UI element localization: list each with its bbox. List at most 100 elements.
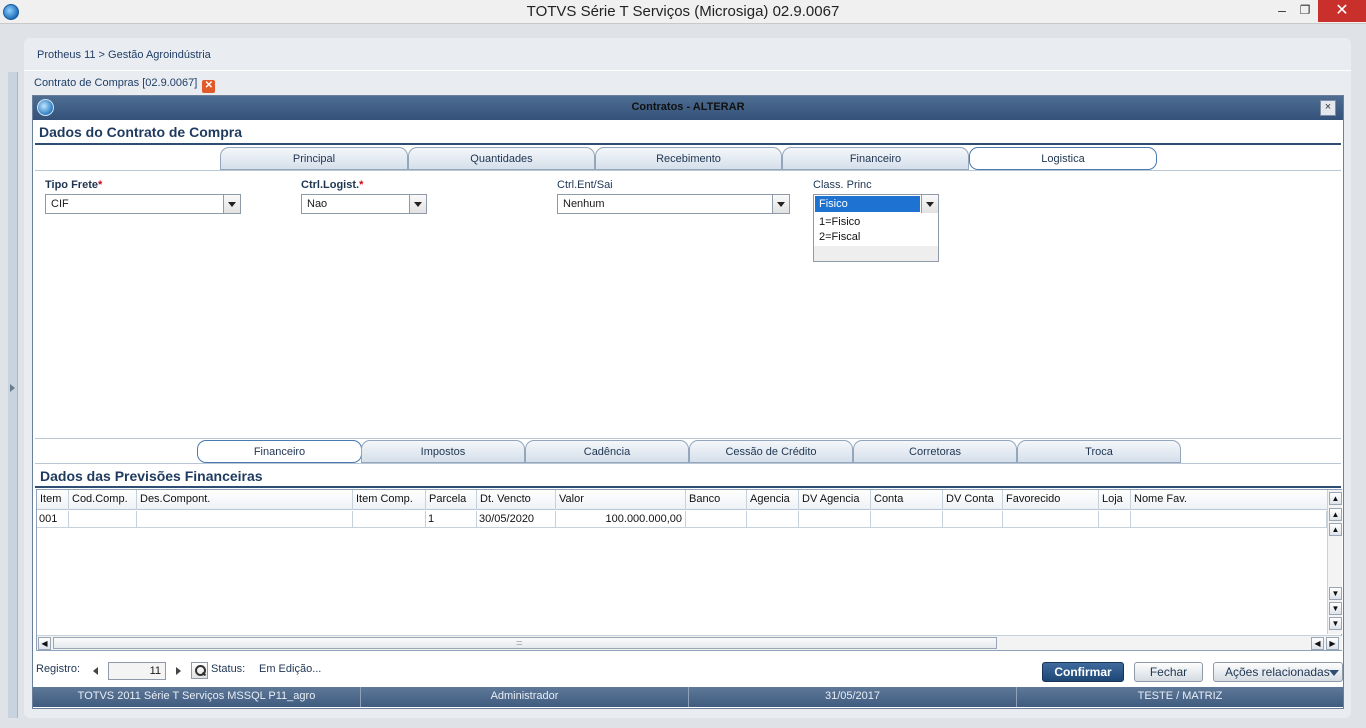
close-button[interactable]: Fechar: [1134, 662, 1203, 682]
section-title-previsoes: Dados das Previsões Financeiras: [40, 468, 263, 484]
next-record-icon[interactable]: [176, 667, 181, 675]
ctrl-logist-label: Ctrl.Logist.*: [301, 179, 364, 191]
table-cell[interactable]: [747, 511, 799, 528]
dropdown-option-fiscal[interactable]: 2=Fiscal: [819, 231, 860, 243]
section-divider: [35, 486, 1341, 488]
column-header[interactable]: Loja: [1099, 490, 1131, 510]
dialog-titlebar: Contratos - ALTERAR ×: [33, 96, 1343, 120]
tab-logistica[interactable]: Logistica: [969, 147, 1157, 170]
tab-baseline: [35, 463, 1341, 464]
tab-principal[interactable]: Principal: [220, 147, 408, 170]
tipo-frete-value: CIF: [51, 198, 69, 210]
tab-financeiro-lower[interactable]: Financeiro: [197, 440, 362, 463]
tab-impostos[interactable]: Impostos: [361, 440, 525, 463]
financial-tabs: Financeiro Impostos Cadência Cessão de C…: [197, 440, 1181, 463]
sidebar-toggle[interactable]: [8, 72, 18, 718]
column-header[interactable]: Valor: [556, 490, 686, 510]
chevron-down-icon[interactable]: [772, 195, 789, 213]
scroll-top-icon[interactable]: ▲: [1329, 492, 1342, 505]
table-cell[interactable]: 1: [426, 511, 477, 528]
column-header[interactable]: Nome Fav.: [1131, 490, 1327, 510]
dropdown-option-fisico[interactable]: 1=Fisico: [819, 216, 860, 228]
tab-baseline: [35, 170, 1341, 171]
ctrl-logist-select[interactable]: Nao: [301, 194, 427, 214]
chevron-down-icon[interactable]: [409, 195, 426, 213]
status-label: Status:: [211, 663, 246, 675]
table-cell[interactable]: [1099, 511, 1131, 528]
maximize-button[interactable]: ❐: [1290, 0, 1320, 22]
divider: [24, 70, 1351, 71]
column-header[interactable]: Parcela: [426, 490, 477, 510]
class-princ-label: Class. Princ: [813, 179, 872, 191]
section-title-contrato: Dados do Contrato de Compra: [39, 124, 243, 140]
tab-quantidades[interactable]: Quantidades: [408, 147, 595, 170]
dialog-close-button[interactable]: ×: [1320, 100, 1336, 116]
tab-financeiro[interactable]: Financeiro: [782, 147, 969, 170]
contract-tabs: Principal Quantidades Recebimento Financ…: [220, 147, 1341, 170]
column-header[interactable]: Favorecido: [1003, 490, 1099, 510]
table-cell[interactable]: 001: [37, 511, 69, 528]
scroll-thumb[interactable]: ::::::: [53, 637, 997, 649]
scroll-page-up-icon[interactable]: ▲: [1329, 508, 1342, 521]
chevron-down-icon[interactable]: [921, 195, 938, 213]
table-cell[interactable]: [799, 511, 871, 528]
tab-troca[interactable]: Troca: [1017, 440, 1181, 463]
status-environment: TOTVS 2011 Série T Serviços MSSQL P11_ag…: [33, 687, 361, 707]
scroll-left-icon[interactable]: ◀: [38, 637, 51, 650]
confirm-button[interactable]: Confirmar: [1042, 662, 1124, 682]
table-cell[interactable]: 30/05/2020: [477, 511, 556, 528]
vertical-scrollbar[interactable]: ▲ ▲ ▲ ▼ ▼ ▼: [1327, 490, 1342, 634]
column-header[interactable]: Banco: [686, 490, 747, 510]
ctrl-ent-sai-value: Nenhum: [563, 198, 605, 210]
related-actions-label: Ações relacionadas: [1225, 665, 1330, 679]
ctrl-ent-sai-select[interactable]: Nenhum: [557, 194, 790, 214]
scroll-right-icon[interactable]: ▶: [1326, 637, 1339, 650]
tipo-frete-select[interactable]: CIF: [45, 194, 241, 214]
status-bar: TOTVS 2011 Série T Serviços MSSQL P11_ag…: [33, 687, 1343, 707]
table-cell[interactable]: 100.000.000,00: [556, 511, 686, 528]
class-princ-select[interactable]: Fisico: [813, 194, 939, 214]
table-cell[interactable]: [137, 511, 353, 528]
column-header[interactable]: Des.Compont.: [137, 490, 353, 510]
tab-cessao-credito[interactable]: Cessão de Crédito: [689, 440, 853, 463]
scroll-page-down-icon[interactable]: ▼: [1329, 602, 1342, 615]
document-tab[interactable]: Contrato de Compras [02.9.0067] ✕: [30, 75, 219, 93]
breadcrumb[interactable]: Protheus 11 > Gestão Agroindústria: [37, 49, 211, 61]
scroll-bottom-icon[interactable]: ▼: [1329, 617, 1342, 630]
tab-recebimento[interactable]: Recebimento: [595, 147, 782, 170]
table-cell[interactable]: [69, 511, 137, 528]
related-actions-button[interactable]: Ações relacionadas: [1213, 662, 1343, 682]
tab-cadencia[interactable]: Cadência: [525, 440, 689, 463]
table-cell[interactable]: [353, 511, 426, 528]
tab-corretoras[interactable]: Corretoras: [853, 440, 1017, 463]
close-tab-icon[interactable]: ✕: [202, 80, 216, 93]
column-header[interactable]: Item: [37, 490, 69, 510]
horizontal-scrollbar[interactable]: ◀ :::::: ◀ ▶: [37, 635, 1342, 650]
dialog-footer: Registro: 11 Status: Em Edição... Confir…: [33, 656, 1343, 686]
financial-grid: Item Cod.Comp. Des.Compont. Item Comp. P…: [36, 489, 1342, 651]
table-cell[interactable]: [1131, 511, 1327, 528]
class-princ-dropdown: 1=Fisico 2=Fiscal: [813, 213, 939, 262]
class-princ-value: Fisico: [819, 198, 848, 210]
column-header[interactable]: Conta: [871, 490, 943, 510]
chevron-down-icon[interactable]: [223, 195, 240, 213]
scroll-down-icon[interactable]: ▼: [1329, 587, 1342, 600]
previous-record-icon[interactable]: [93, 667, 98, 675]
search-icon[interactable]: [191, 662, 208, 679]
close-window-button[interactable]: ✕: [1318, 0, 1366, 22]
table-cell[interactable]: [1003, 511, 1099, 528]
scroll-left-end-icon[interactable]: ◀: [1311, 637, 1324, 650]
column-header[interactable]: DV Conta: [943, 490, 1003, 510]
column-header[interactable]: Item Comp.: [353, 490, 426, 510]
column-header[interactable]: Dt. Vencto: [477, 490, 556, 510]
registro-label: Registro:: [36, 663, 81, 675]
grid-header: Item Cod.Comp. Des.Compont. Item Comp. P…: [37, 490, 1327, 510]
table-cell[interactable]: [686, 511, 747, 528]
scroll-up-icon[interactable]: ▲: [1329, 523, 1342, 536]
column-header[interactable]: Agencia: [747, 490, 799, 510]
column-header[interactable]: DV Agencia: [799, 490, 871, 510]
registro-field[interactable]: 11: [108, 662, 166, 680]
table-cell[interactable]: [871, 511, 943, 528]
column-header[interactable]: Cod.Comp.: [69, 490, 137, 510]
table-cell[interactable]: [943, 511, 1003, 528]
